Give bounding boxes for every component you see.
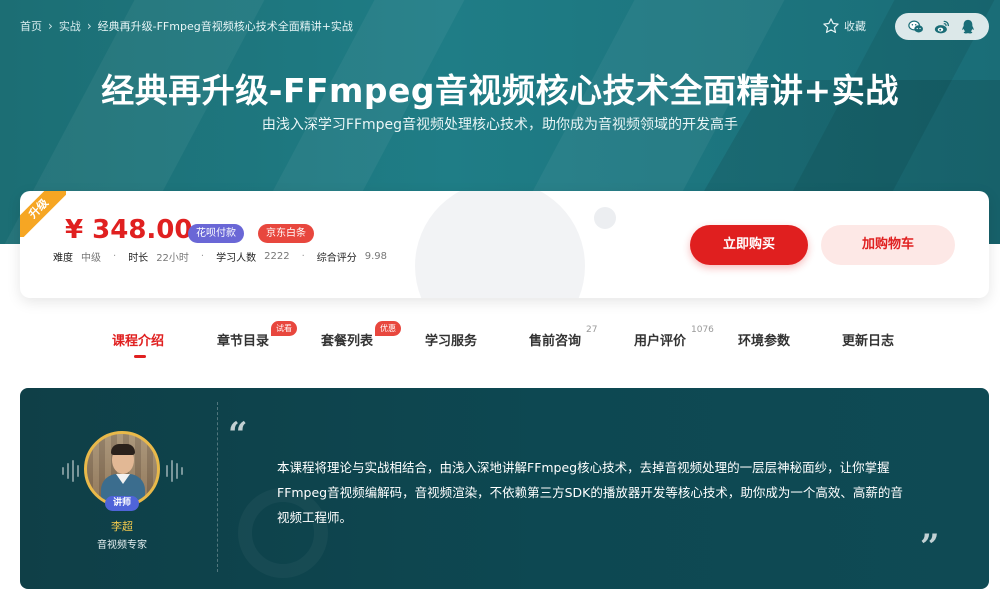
price-card: 升级 ¥ 348.00 花呗付款 京东白条 难度 中级 · 时长 22小时 · … xyxy=(20,191,989,298)
stat-value-learners: 2222 xyxy=(264,251,290,262)
consult-count: 27 xyxy=(586,325,598,335)
tab-packages[interactable]: 套餐列表 优惠 xyxy=(321,321,401,349)
sound-wave-icon xyxy=(62,460,79,482)
collect-button[interactable]: 收藏 xyxy=(822,17,866,35)
tab-label: 环境参数 xyxy=(738,334,791,349)
tab-changelog[interactable]: 更新日志 xyxy=(842,330,894,349)
sound-wave-icon xyxy=(166,460,183,482)
tab-presale-consult[interactable]: 售前咨询 27 xyxy=(529,325,597,349)
close-quote-icon: ” xyxy=(920,527,940,567)
wechat-icon[interactable] xyxy=(907,18,925,36)
course-tabs: 课程介绍 章节目录 试看 套餐列表 优惠 学习服务 售前咨询 27 用户评价 1… xyxy=(0,318,1000,358)
qq-icon[interactable] xyxy=(959,18,977,36)
discount-tag: 优惠 xyxy=(375,321,401,336)
huabei-payment-badge[interactable]: 花呗付款 xyxy=(188,224,244,243)
breadcrumb-separator: › xyxy=(48,19,53,33)
tab-label: 课程介绍 xyxy=(112,334,165,349)
collect-label: 收藏 xyxy=(844,20,866,33)
tab-label: 学习服务 xyxy=(425,334,478,349)
active-tab-indicator xyxy=(134,355,146,358)
breadcrumb-separator: › xyxy=(86,19,92,33)
avatar-hair xyxy=(111,444,135,455)
breadcrumb: 首页 › 实战 › 经典再升级-FFmpeg音视频核心技术全面精讲+实战 xyxy=(20,18,353,34)
stat-value-difficulty: 中级 xyxy=(81,253,101,264)
stat-label-learners: 学习人数 xyxy=(216,253,257,264)
tab-chapters[interactable]: 章节目录 试看 xyxy=(217,321,297,349)
breadcrumb-current: 经典再升级-FFmpeg音视频核心技术全面精讲+实战 xyxy=(97,20,353,33)
review-count: 1076 xyxy=(691,325,714,335)
stat-label-rating: 综合评分 xyxy=(316,253,357,264)
breadcrumb-category-link[interactable]: 实战 xyxy=(59,18,81,34)
teacher-badge: 讲师 xyxy=(105,496,139,511)
tab-environment[interactable]: 环境参数 xyxy=(738,330,790,349)
stat-value-duration: 22小时 xyxy=(156,253,189,264)
course-price: ¥ 348.00 xyxy=(65,215,193,245)
card-decoration xyxy=(415,191,585,298)
share-bar xyxy=(895,13,989,40)
buy-now-button[interactable]: 立即购买 xyxy=(690,225,808,265)
tab-label: 章节目录 xyxy=(217,334,270,349)
stat-label-duration: 时长 xyxy=(128,253,149,264)
weibo-icon[interactable] xyxy=(933,18,951,36)
upgrade-ribbon-label: 升级 xyxy=(20,191,66,237)
course-title: 经典再升级-FFmpeg音视频核心技术全面精讲+实战 xyxy=(101,71,899,110)
open-quote-icon: “ xyxy=(228,415,248,455)
preview-tag: 试看 xyxy=(271,321,297,336)
add-to-cart-button[interactable]: 加购物车 xyxy=(821,225,955,265)
tab-label: 售前咨询 xyxy=(529,334,582,349)
course-stats: 难度 中级 · 时长 22小时 · 学习人数 2222 · 综合评分 9.98 xyxy=(53,249,387,264)
star-icon xyxy=(823,18,839,33)
teacher-role: 音视频专家 xyxy=(97,540,147,551)
tab-label: 套餐列表 xyxy=(321,334,374,349)
tab-label: 更新日志 xyxy=(842,334,895,349)
upgrade-ribbon: 升级 xyxy=(20,191,66,237)
stat-value-rating: 9.98 xyxy=(364,251,388,262)
stat-separator: · xyxy=(200,251,205,262)
stat-separator: · xyxy=(301,251,305,262)
jd-baitiao-badge[interactable]: 京东白条 xyxy=(258,224,314,243)
tab-label: 用户评价 xyxy=(634,334,687,349)
tab-user-reviews[interactable]: 用户评价 1076 xyxy=(634,325,714,349)
stat-separator: · xyxy=(113,251,117,262)
stat-label-difficulty: 难度 xyxy=(53,253,73,264)
teacher-intro-panel: 讲师 李超 音视频专家 “ 本课程将理论与实战相结合，由浅入深地讲解FFmpeg… xyxy=(20,388,989,589)
card-decoration xyxy=(594,207,616,229)
tab-course-intro[interactable]: 课程介绍 xyxy=(112,330,164,349)
breadcrumb-home-link[interactable]: 首页 xyxy=(20,18,42,34)
course-subtitle: 由浅入深学习FFmpeg音视频处理核心技术，助你成为音视频领域的开发高手 xyxy=(261,117,739,133)
tab-learning-service[interactable]: 学习服务 xyxy=(425,330,477,349)
teacher-name[interactable]: 李超 xyxy=(20,518,224,534)
course-intro-text: 本课程将理论与实战相结合，由浅入深地讲解FFmpeg核心技术，去掉音视频处理的一… xyxy=(277,460,903,525)
